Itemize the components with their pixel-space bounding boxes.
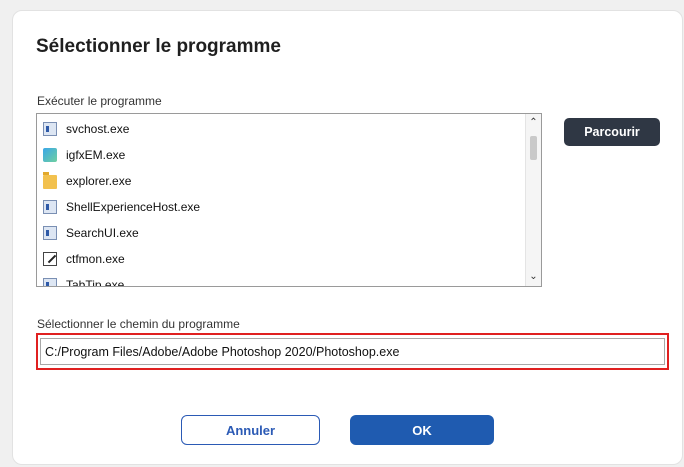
list-item[interactable]: ShellExperienceHost.exe (37, 194, 525, 220)
list-item[interactable]: ctfmon.exe (37, 246, 525, 272)
window-icon (43, 122, 57, 136)
program-name: ShellExperienceHost.exe (66, 200, 201, 214)
browse-button[interactable]: Parcourir (564, 118, 660, 146)
list-item[interactable]: SearchUI.exe (37, 220, 525, 246)
list-item[interactable]: explorer.exe (37, 168, 525, 194)
path-highlight-box (36, 333, 669, 370)
window-icon (43, 226, 57, 240)
ok-button[interactable]: OK (350, 415, 494, 445)
pen-icon (43, 252, 57, 266)
folder-icon (43, 172, 57, 189)
dialog-title: Sélectionner le programme (36, 36, 281, 57)
chevron-down-icon[interactable]: ⌄ (526, 270, 541, 284)
window-icon (43, 200, 57, 214)
scroll-thumb[interactable] (530, 136, 537, 160)
program-list[interactable]: svchost.exe igfxEM.exe explorer.exe Shel… (36, 113, 542, 287)
cancel-button[interactable]: Annuler (181, 415, 320, 445)
program-name: ctfmon.exe (66, 252, 125, 266)
program-path-input[interactable] (40, 338, 665, 365)
program-name: svchost.exe (66, 122, 130, 136)
list-item[interactable]: svchost.exe (37, 116, 525, 142)
chevron-up-icon[interactable]: ⌃ (526, 116, 541, 130)
program-name: igfxEM.exe (66, 148, 126, 162)
window-icon (43, 278, 57, 286)
program-name: TabTip.exe (66, 278, 125, 287)
program-name: explorer.exe (66, 174, 132, 188)
list-item[interactable]: TabTip.exe (37, 272, 525, 287)
app-icon (43, 148, 57, 162)
program-path-label: Sélectionner le chemin du programme (37, 317, 240, 331)
list-scrollbar[interactable]: ⌃ ⌄ (525, 114, 541, 286)
list-item[interactable]: igfxEM.exe (37, 142, 525, 168)
run-program-label: Exécuter le programme (37, 94, 162, 108)
program-name: SearchUI.exe (66, 226, 139, 240)
